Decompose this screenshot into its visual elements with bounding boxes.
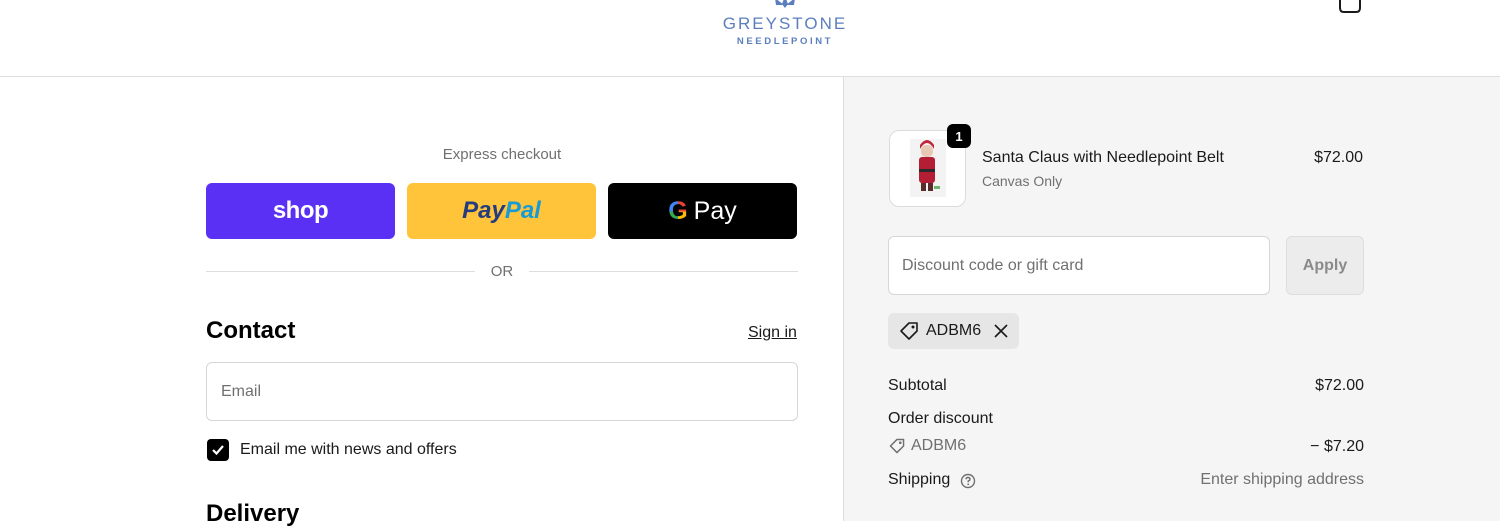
or-divider-label: OR [490,263,514,280]
discount-code-input[interactable] [889,237,1269,294]
brand-name: GREYSTONE [722,14,848,33]
applied-discount-code: ADBM6 [926,322,982,339]
express-checkout-label: Express checkout [442,146,562,163]
shipping-label: Shipping [888,471,951,488]
checkmark-icon [212,445,224,456]
subtotal-label: Subtotal [888,377,947,394]
checkout-form: Express checkout shop Pay Pal G Pay OR Con… [0,77,843,527]
paypal-logo-part-1: Pay [462,197,505,224]
shipping-help-icon[interactable] [960,473,976,489]
shipping-value: Enter shipping address [1200,471,1364,488]
order-discount-value: − $7.20 [1310,438,1364,455]
paypal-logo-part-2: Pal [504,197,541,224]
product-variant: Canvas Only [982,173,1063,189]
google-g-icon: G [668,196,688,225]
google-pay-button[interactable]: G Pay [608,183,797,239]
contact-heading: Contact [206,317,296,344]
order-discount-code: ADBM6 [911,437,967,454]
order-discount-label: Order discount [888,410,993,427]
apply-discount-button[interactable]: Apply [1286,236,1364,295]
order-discount-code-line: ADBM6 [888,437,966,455]
news-offers-checkbox[interactable] [207,439,229,461]
site-header: GREYSTONE NEEDLEPOINT [0,0,1500,77]
product-price: $72.00 [1314,149,1363,166]
subtotal-value: $72.00 [1315,377,1364,394]
logo-star-icon [775,0,795,8]
brand-subtitle: NEEDLEPOINT [736,36,834,47]
applied-discount-chip: ADBM6 [888,313,1019,349]
brand-logo[interactable]: GREYSTONE NEEDLEPOINT [700,0,870,52]
sign-in-link[interactable]: Sign in [748,324,797,342]
news-offers-label: Email me with news and offers [240,441,457,458]
discount-field-wrapper [888,236,1270,295]
paypal-button[interactable]: Pay Pal [407,183,596,239]
or-divider-left [206,271,475,272]
or-divider-right [529,271,798,272]
delivery-heading: Delivery [206,500,300,527]
order-summary-content: Santa Claus with Needlepoint Belt Canvas… [843,77,1500,521]
shop-pay-button[interactable]: shop [206,183,395,239]
shop-pay-logo: shop [272,197,329,224]
google-pay-label: Pay [693,196,737,225]
email-field[interactable] [207,363,797,420]
discount-tag-icon [889,438,905,454]
product-name: Santa Claus with Needlepoint Belt [982,149,1224,166]
email-field-wrapper [206,362,798,421]
remove-discount-close-icon[interactable] [993,323,1009,339]
tag-icon [900,322,918,340]
shopping-bag-icon[interactable] [1337,0,1363,14]
